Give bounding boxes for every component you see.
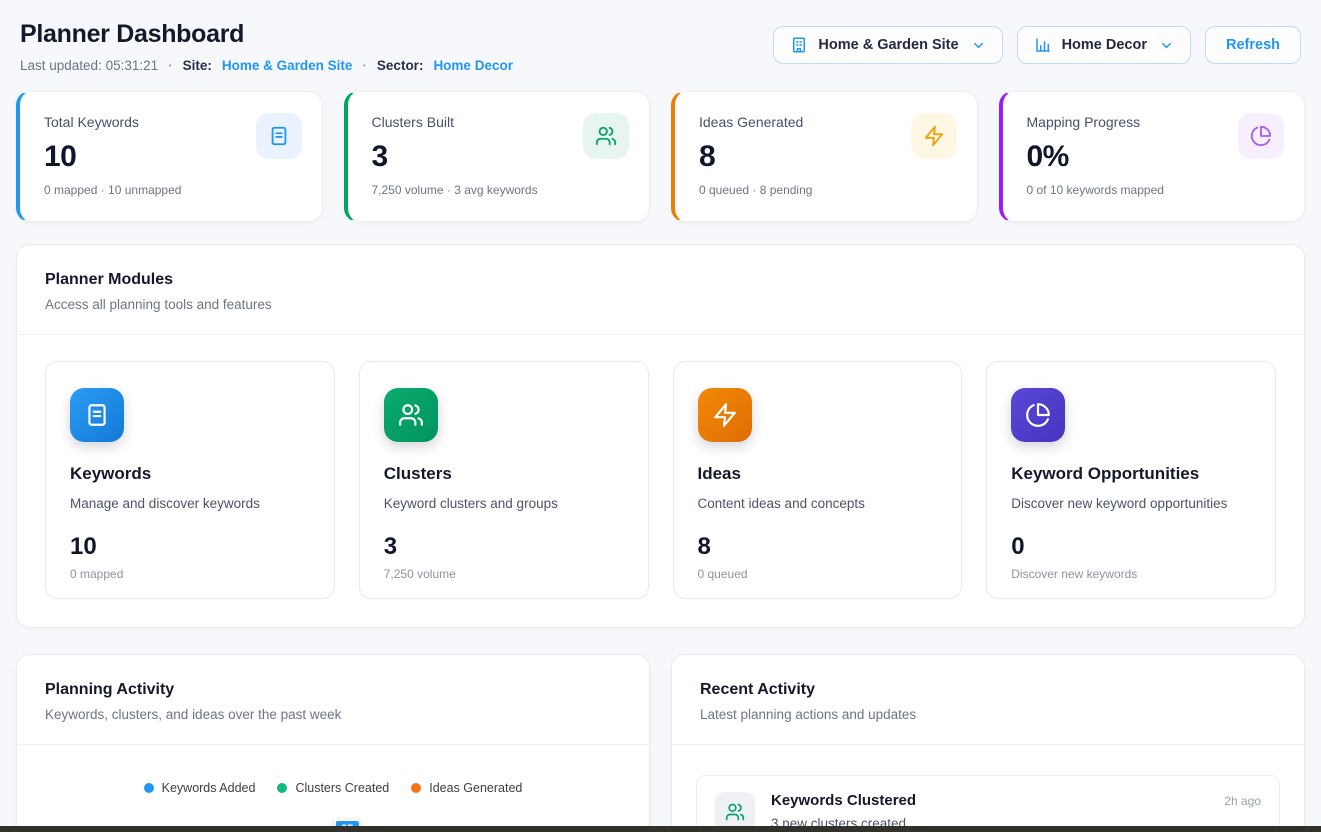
header-actions: Home & Garden Site Home Decor Refresh	[773, 26, 1301, 64]
recent-activity-title: Recent Activity	[700, 681, 1276, 699]
planner-modules-panel: Planner Modules Access all planning tool…	[16, 244, 1305, 628]
site-selector-label: Home & Garden Site	[818, 37, 958, 53]
recent-activity-header: Recent Activity Latest planning actions …	[672, 655, 1304, 745]
module-value: 0	[1011, 533, 1251, 561]
module-caption: 0 mapped	[70, 567, 310, 581]
stat-caption: 0 of 10 keywords mapped	[1027, 183, 1285, 197]
legend-dot-icon	[144, 783, 154, 793]
module-title: Keywords	[70, 464, 310, 484]
recent-activity-list: Keywords Clustered 2h ago 3 new clusters…	[672, 745, 1304, 832]
activity-item-timestamp: 2h ago	[1224, 794, 1261, 808]
sector-link[interactable]: Home Decor	[433, 58, 513, 73]
users-icon	[384, 388, 438, 442]
module-description: Manage and discover keywords	[70, 496, 310, 511]
module-card-keyword-opportunities[interactable]: Keyword Opportunities Discover new keywo…	[986, 361, 1276, 599]
chevron-down-icon	[971, 38, 986, 53]
module-description: Keyword clusters and groups	[384, 496, 624, 511]
activity-item-keywords-clustered: Keywords Clustered 2h ago 3 new clusters…	[696, 775, 1280, 832]
module-description: Discover new keyword opportunities	[1011, 496, 1251, 511]
modules-subtitle: Access all planning tools and features	[45, 297, 1276, 312]
document-icon	[70, 388, 124, 442]
site-selector-dropdown[interactable]: Home & Garden Site	[773, 26, 1002, 64]
legend-item-keywords-added: Keywords Added	[144, 781, 256, 795]
module-value: 10	[70, 533, 310, 561]
legend-dot-icon	[411, 783, 421, 793]
planning-activity-panel: Planning Activity Keywords, clusters, an…	[16, 654, 650, 832]
users-icon	[583, 113, 629, 159]
planning-activity-title: Planning Activity	[45, 681, 621, 699]
modules-title: Planner Modules	[45, 271, 1276, 289]
planning-activity-header: Planning Activity Keywords, clusters, an…	[17, 655, 649, 745]
stat-card-clusters-built: Clusters Built 3 7,250 volume · 3 avg ke…	[344, 91, 651, 222]
legend-dot-icon	[277, 783, 287, 793]
legend-item-clusters-created: Clusters Created	[277, 781, 389, 795]
recent-activity-panel: Recent Activity Latest planning actions …	[671, 654, 1305, 832]
sector-selector-label: Home Decor	[1062, 37, 1147, 53]
site-link[interactable]: Home & Garden Site	[222, 58, 353, 73]
module-title: Keyword Opportunities	[1011, 464, 1251, 484]
legend-label: Clusters Created	[295, 781, 389, 795]
last-updated-text: Last updated: 05:31:21	[20, 58, 158, 73]
stats-row: Total Keywords 10 0 mapped · 10 unmapped…	[16, 91, 1305, 222]
module-value: 8	[698, 533, 938, 561]
module-caption: Discover new keywords	[1011, 567, 1251, 581]
module-caption: 7,250 volume	[384, 567, 624, 581]
chevron-down-icon	[1159, 38, 1174, 53]
module-title: Clusters	[384, 464, 624, 484]
pie-chart-icon	[1238, 113, 1284, 159]
planning-activity-subtitle: Keywords, clusters, and ideas over the p…	[45, 707, 621, 722]
module-card-keywords[interactable]: Keywords Manage and discover keywords 10…	[45, 361, 335, 599]
page-title: Planner Dashboard	[20, 20, 513, 49]
refresh-button[interactable]: Refresh	[1205, 26, 1301, 64]
document-icon	[256, 113, 302, 159]
module-description: Content ideas and concepts	[698, 496, 938, 511]
pie-chart-icon	[1011, 388, 1065, 442]
meta-separator: ·	[168, 58, 173, 73]
zap-icon	[698, 388, 752, 442]
site-label: Site:	[183, 58, 212, 73]
stat-caption: 0 queued · 8 pending	[699, 183, 957, 197]
module-value: 3	[384, 533, 624, 561]
module-card-clusters[interactable]: Clusters Keyword clusters and groups 3 7…	[359, 361, 649, 599]
module-card-ideas[interactable]: Ideas Content ideas and concepts 8 0 que…	[673, 361, 963, 599]
bottom-grid: Planning Activity Keywords, clusters, an…	[16, 654, 1305, 832]
module-caption: 0 queued	[698, 567, 938, 581]
planner-dashboard-page: Planner Dashboard Last updated: 05:31:21…	[0, 0, 1321, 832]
recent-activity-subtitle: Latest planning actions and updates	[700, 707, 1276, 722]
stat-card-mapping-progress: Mapping Progress 0% 0 of 10 keywords map…	[999, 91, 1306, 222]
bar-chart-icon	[1034, 36, 1052, 54]
stat-caption: 7,250 volume · 3 avg keywords	[372, 183, 630, 197]
stat-card-total-keywords: Total Keywords 10 0 mapped · 10 unmapped	[16, 91, 323, 222]
legend-label: Ideas Generated	[429, 781, 522, 795]
legend-item-ideas-generated: Ideas Generated	[411, 781, 522, 795]
stat-caption: 0 mapped · 10 unmapped	[44, 183, 302, 197]
activity-chart: Keywords Added Clusters Created Ideas Ge…	[17, 781, 649, 832]
header-left: Planner Dashboard Last updated: 05:31:21…	[20, 20, 513, 73]
legend-label: Keywords Added	[162, 781, 256, 795]
module-title: Ideas	[698, 464, 938, 484]
chart-legend: Keywords Added Clusters Created Ideas Ge…	[17, 781, 649, 795]
sector-selector-dropdown[interactable]: Home Decor	[1017, 26, 1191, 64]
meta-line: Last updated: 05:31:21 · Site: Home & Ga…	[20, 58, 513, 73]
building-icon	[790, 36, 808, 54]
activity-item-title: Keywords Clustered	[771, 792, 916, 809]
sector-label: Sector:	[377, 58, 424, 73]
page-header: Planner Dashboard Last updated: 05:31:21…	[16, 20, 1305, 73]
stat-card-ideas-generated: Ideas Generated 8 0 queued · 8 pending	[671, 91, 978, 222]
meta-separator: ·	[362, 58, 367, 73]
bottom-edge-bar	[0, 826, 1321, 832]
modules-grid: Keywords Manage and discover keywords 10…	[17, 335, 1304, 627]
modules-header: Planner Modules Access all planning tool…	[17, 245, 1304, 335]
zap-icon	[911, 113, 957, 159]
